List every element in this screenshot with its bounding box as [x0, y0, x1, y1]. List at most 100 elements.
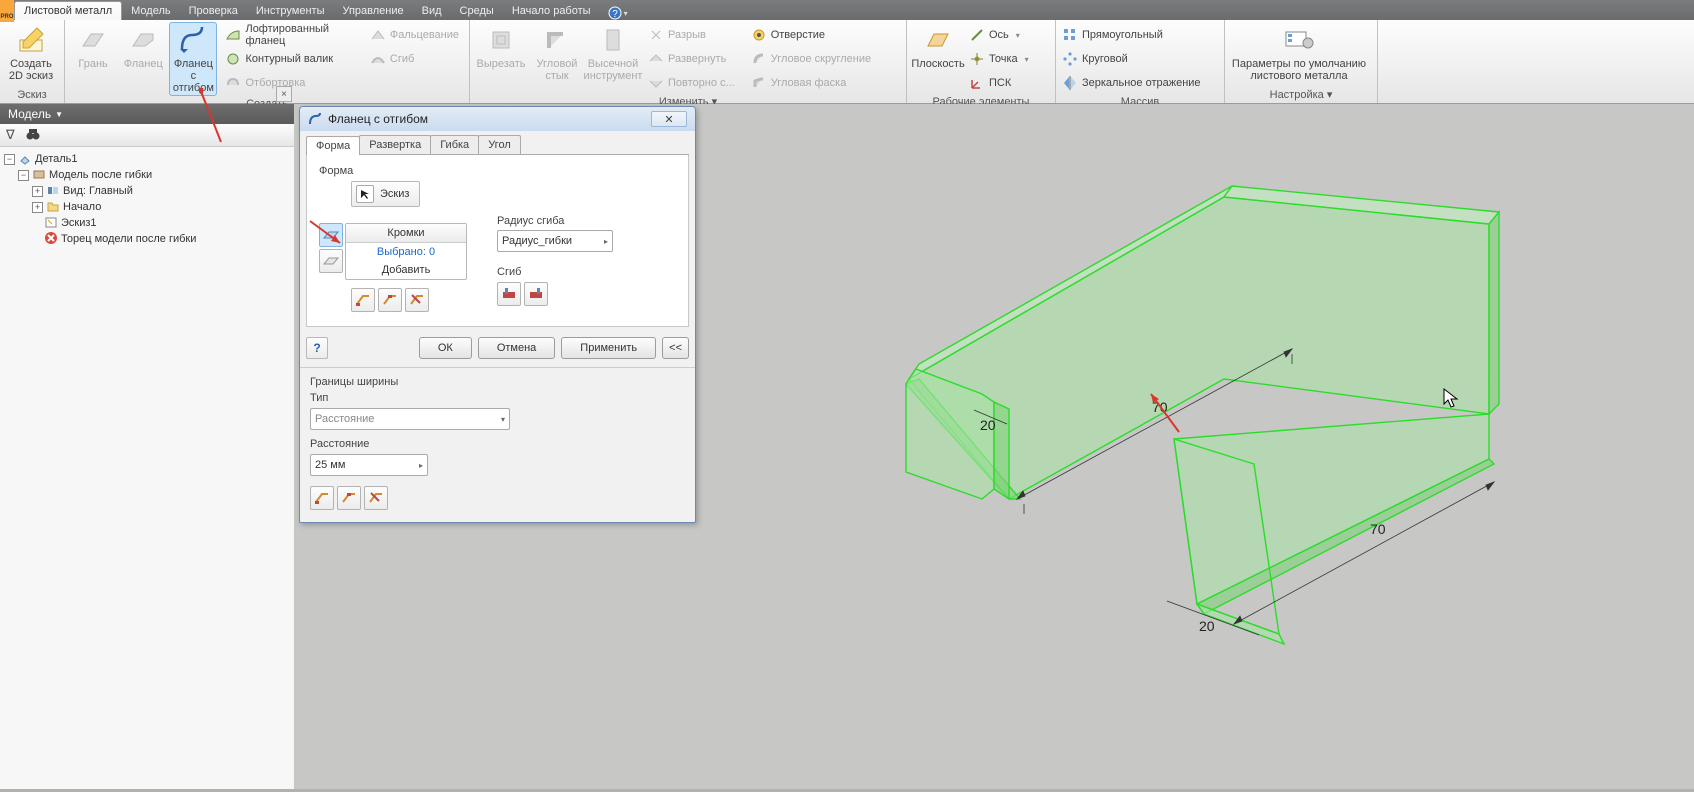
- tab-tools[interactable]: Инструменты: [247, 2, 334, 20]
- tab-inspect[interactable]: Проверка: [180, 2, 247, 20]
- rect-pattern-icon: [1062, 27, 1078, 43]
- ucs-button[interactable]: ПСК: [967, 72, 1035, 94]
- width-opt-3[interactable]: [364, 486, 388, 510]
- dialog-title-bar[interactable]: Фланец с отгибом ✕: [300, 107, 695, 131]
- sheet-metal-defaults-button[interactable]: Параметры по умолчанию листового металла: [1229, 22, 1369, 84]
- face-button[interactable]: Грань: [69, 22, 117, 72]
- ok-button[interactable]: ОК: [419, 337, 472, 359]
- edge-mode-2-button[interactable]: [319, 249, 343, 273]
- corner-chamfer-button[interactable]: Угловая фаска: [749, 72, 877, 94]
- fold-seam-button[interactable]: Фальцевание: [368, 24, 465, 46]
- dialog-tab-shape[interactable]: Форма: [306, 136, 360, 155]
- select-sketch-button[interactable]: Эскиз: [351, 181, 420, 207]
- ucs-icon: [969, 75, 985, 91]
- tree-part[interactable]: Деталь1: [35, 153, 78, 165]
- refold-button[interactable]: Повторно с...: [646, 72, 741, 94]
- rect-pattern-button[interactable]: Прямоугольный: [1060, 24, 1207, 46]
- width-opt-2[interactable]: [337, 486, 361, 510]
- point-icon: [969, 51, 985, 67]
- bend-small-button[interactable]: Сгиб: [368, 48, 465, 70]
- contour-flange-dialog: Фланец с отгибом ✕ Форма Развертка Гибка…: [299, 106, 696, 523]
- dim-70a: 70: [1152, 399, 1168, 415]
- contour-roll-icon: [225, 51, 241, 67]
- filter-icon[interactable]: ∇: [6, 127, 15, 143]
- bend-small-icon: [370, 51, 386, 67]
- edge-mode-1-button[interactable]: [319, 223, 343, 247]
- point-button[interactable]: Точка▾: [967, 48, 1035, 70]
- plane-icon: [922, 24, 954, 56]
- hem-icon: [225, 75, 241, 91]
- tree-item[interactable]: Эскиз1: [61, 217, 97, 229]
- edges-listbox[interactable]: Кромки Выбрано: 0 Добавить: [345, 223, 467, 280]
- punch-tool-button[interactable]: Высечной инструмент: [586, 22, 640, 84]
- svg-text:?: ?: [612, 9, 618, 20]
- plane-button[interactable]: Плоскость: [911, 22, 965, 72]
- lofted-flange-icon: [225, 27, 241, 43]
- contour-flange-button[interactable]: Фланец с отгибом: [169, 22, 217, 96]
- tree-item[interactable]: Вид: Главный: [63, 185, 133, 197]
- corner-chamfer-icon: [751, 75, 767, 91]
- part-icon: [18, 151, 32, 168]
- circ-pattern-button[interactable]: Круговой: [1060, 48, 1207, 70]
- corner-seam-button[interactable]: Угловой стык: [530, 22, 584, 84]
- sketch-icon: [15, 24, 47, 56]
- cut-button[interactable]: Вырезать: [474, 22, 528, 72]
- type-combo[interactable]: Расстояние▾: [310, 408, 510, 430]
- dialog-close-button[interactable]: ✕: [651, 111, 687, 127]
- bend-radius-combo[interactable]: Радиус_гибки▸: [497, 230, 613, 252]
- cancel-button[interactable]: Отмена: [478, 337, 555, 359]
- help-icon[interactable]: ? ▾: [608, 6, 628, 20]
- dialog-icon: [308, 112, 322, 126]
- axis-button[interactable]: Ось▾: [967, 24, 1035, 46]
- tab-environments[interactable]: Среды: [451, 2, 503, 20]
- distance-input[interactable]: 25 мм▸: [310, 454, 428, 476]
- flange-button[interactable]: Фланец: [119, 22, 167, 72]
- contour-roll-button[interactable]: Контурный валик: [223, 48, 359, 70]
- cut-icon: [485, 24, 517, 56]
- unfold-button[interactable]: Развернуть: [646, 48, 741, 70]
- lofted-flange-button[interactable]: Лофтированный фланец: [223, 24, 359, 46]
- dialog-tab-bend[interactable]: Гибка: [430, 135, 479, 154]
- ribbon: Создать 2D эскиз Эскиз Грань Фланец Флан…: [0, 20, 1694, 104]
- tab-manage[interactable]: Управление: [333, 2, 412, 20]
- tree-item[interactable]: Торец модели после гибки: [61, 233, 196, 245]
- create-2d-sketch-button[interactable]: Создать 2D эскиз: [4, 22, 58, 84]
- unfold-icon: [648, 51, 664, 67]
- collapse-button[interactable]: <<: [662, 337, 689, 359]
- tree-item[interactable]: Модель после гибки: [49, 169, 152, 181]
- hole-button[interactable]: Отверстие: [749, 24, 877, 46]
- tab-view[interactable]: Вид: [413, 2, 451, 20]
- tab-getstarted[interactable]: Начало работы: [503, 2, 600, 20]
- tab-sheet-metal[interactable]: Листовой металл: [14, 1, 122, 20]
- cursor-icon: [356, 185, 374, 203]
- error-icon: [44, 231, 58, 248]
- fold-icon: [370, 27, 386, 43]
- panel-title-bar[interactable]: Модель▼: [0, 104, 294, 124]
- corner-round-button[interactable]: Угловое скругление: [749, 48, 877, 70]
- shape-group-label: Форма: [319, 165, 676, 177]
- bend-style-1[interactable]: [497, 282, 521, 306]
- dim-20a: 20: [980, 417, 996, 433]
- offset-opt-1[interactable]: [351, 288, 375, 312]
- app-badge: PRO: [0, 0, 14, 22]
- offset-opt-3[interactable]: [405, 288, 429, 312]
- dialog-title: Фланец с отгибом: [328, 112, 428, 126]
- mirror-button[interactable]: Зеркальное отражение: [1060, 72, 1207, 94]
- tree-item[interactable]: Начало: [63, 201, 101, 213]
- circ-pattern-icon: [1062, 51, 1078, 67]
- panel-close-button[interactable]: ×: [276, 86, 292, 102]
- binoculars-icon[interactable]: [25, 127, 41, 144]
- folder-icon: [46, 199, 60, 216]
- dim-20b: 20: [1199, 618, 1215, 634]
- width-opt-1[interactable]: [310, 486, 334, 510]
- browser-tree[interactable]: −Деталь1 −Модель после гибки +Вид: Главн…: [0, 147, 294, 251]
- tab-model[interactable]: Модель: [122, 2, 179, 20]
- offset-opt-2[interactable]: [378, 288, 402, 312]
- dialog-help-button[interactable]: ?: [306, 337, 328, 359]
- bend-style-2[interactable]: [524, 282, 548, 306]
- dialog-tab-corner[interactable]: Угол: [478, 135, 521, 154]
- apply-button[interactable]: Применить: [561, 337, 656, 359]
- punch-icon: [597, 24, 629, 56]
- rip-button[interactable]: Разрыв: [646, 24, 741, 46]
- dialog-tab-unfold[interactable]: Развертка: [359, 135, 431, 154]
